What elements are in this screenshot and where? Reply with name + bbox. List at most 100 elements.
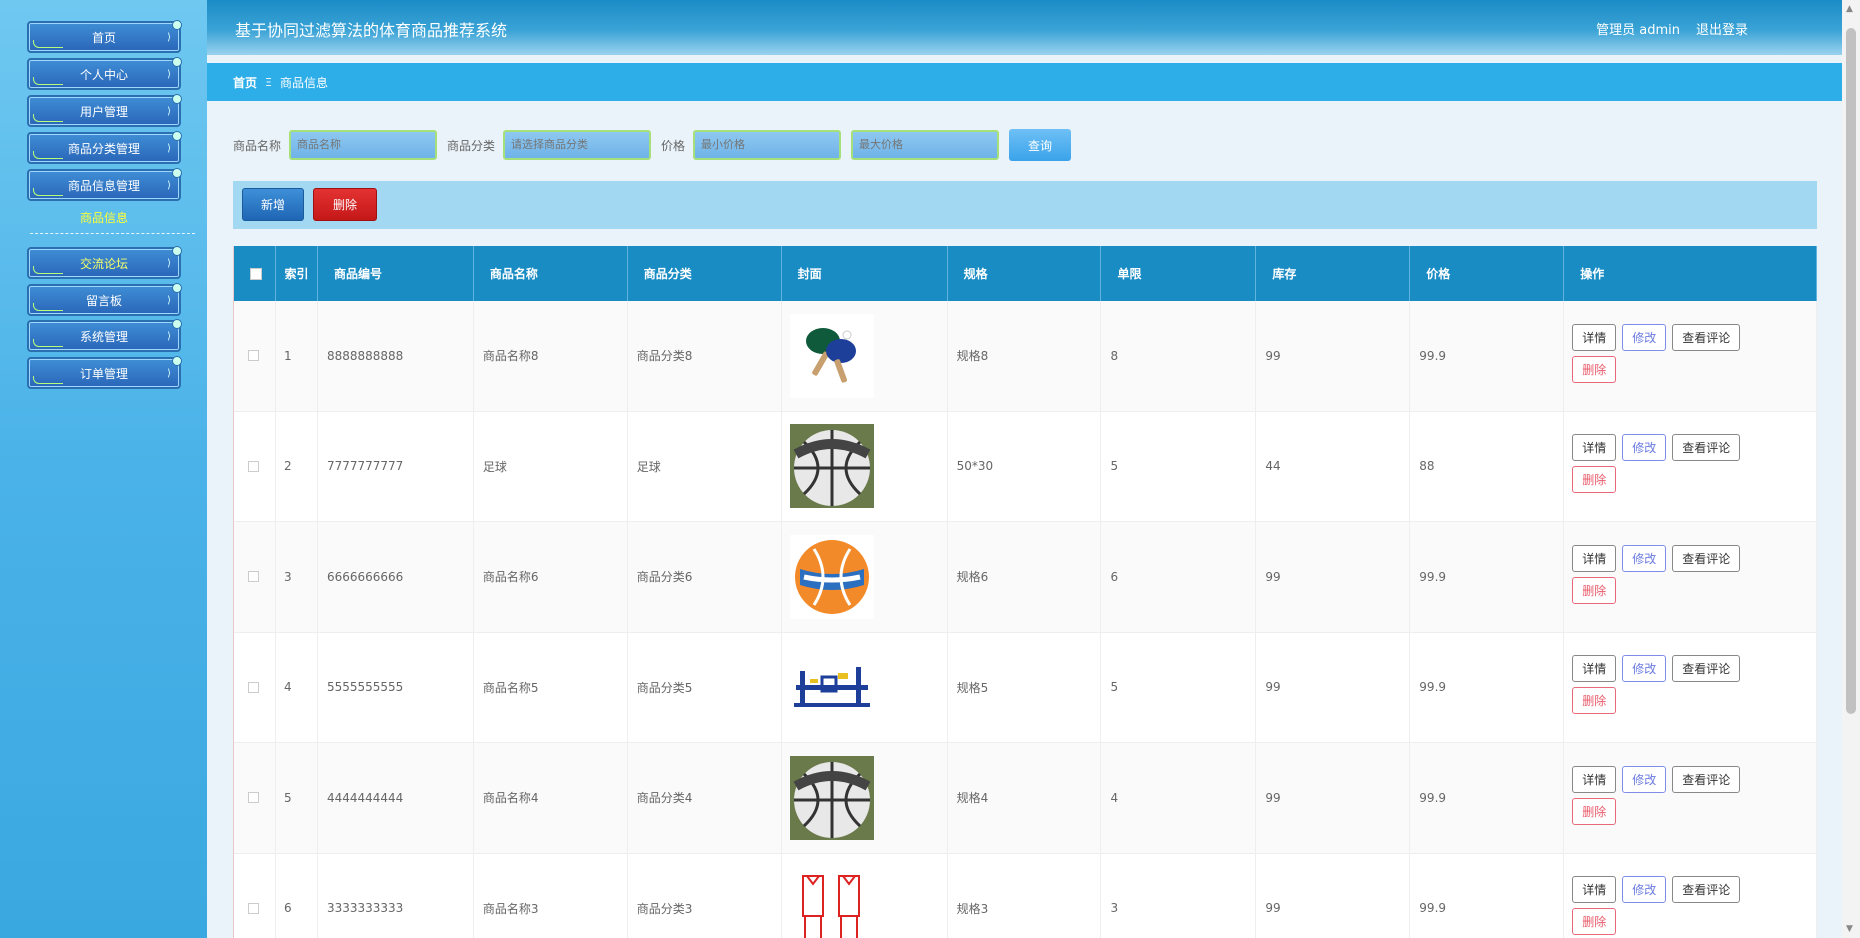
column-header: 操作 — [1564, 246, 1818, 301]
dot-icon — [172, 168, 182, 178]
column-header: 规格 — [948, 246, 1102, 301]
sidebar-item-users[interactable]: 用户管理 ⟩ — [27, 94, 182, 127]
cell-index: 6 — [276, 853, 318, 938]
checkbox-icon[interactable] — [248, 571, 259, 583]
reviews-button[interactable]: 查看评论 — [1672, 544, 1741, 572]
product-name-input[interactable] — [289, 130, 438, 160]
edit-button[interactable]: 修改 — [1622, 544, 1667, 572]
breadcrumb-home[interactable]: 首页 — [233, 74, 257, 91]
sidebar-item-forum[interactable]: 交流论坛 ⟩ — [27, 246, 182, 279]
checkbox-icon[interactable] — [248, 350, 259, 362]
row-select[interactable] — [234, 853, 276, 938]
row-select[interactable] — [234, 632, 276, 742]
cell-operations: 详情 修改 查看评论 删除 — [1564, 301, 1818, 411]
table-header: 索引 商品编号 商品名称 商品分类 封面 规格 单限 库存 价格 操作 — [234, 246, 1818, 301]
table-row: 4 5555555555 商品名称5 商品分类5 规格5 5 99 99.9 详… — [234, 632, 1818, 743]
detail-button[interactable]: 详情 — [1572, 655, 1617, 683]
detail-button[interactable]: 详情 — [1572, 876, 1617, 904]
sidebar-item-label: 商品信息管理 — [67, 178, 140, 193]
table-row: 2 7777777777 足球 足球 50*30 5 44 88 详情 修改 查看评… — [234, 411, 1818, 522]
price-min-input[interactable] — [693, 130, 842, 160]
price-max-input[interactable] — [851, 130, 1000, 160]
edit-button[interactable]: 修改 — [1622, 876, 1667, 904]
checkbox-icon[interactable] — [248, 460, 259, 472]
delete-button[interactable]: 删除 — [1572, 576, 1617, 604]
cell-spec: 规格5 — [948, 632, 1102, 742]
checkbox-icon[interactable] — [248, 902, 259, 914]
curl-ornament-icon — [33, 40, 63, 48]
reviews-button[interactable]: 查看评论 — [1672, 876, 1741, 904]
header-select-all[interactable] — [234, 246, 276, 301]
edit-button[interactable]: 修改 — [1622, 323, 1667, 351]
detail-button[interactable]: 详情 — [1572, 544, 1617, 572]
cell-name: 商品名称8 — [474, 301, 628, 411]
sidebar-item-system[interactable]: 系统管理 ⟩ — [27, 319, 182, 352]
dot-icon — [172, 131, 182, 141]
query-button[interactable]: 查询 — [1009, 129, 1072, 161]
curl-ornament-icon — [33, 77, 63, 85]
curl-ornament-icon — [33, 151, 63, 159]
cell-stock: 99 — [1256, 743, 1411, 853]
logout-link[interactable]: 退出登录 — [1696, 19, 1748, 38]
curl-ornament-icon — [33, 114, 63, 122]
cell-price: 88 — [1410, 411, 1565, 521]
row-select[interactable] — [234, 411, 276, 521]
cell-operations: 详情 修改 查看评论 删除 — [1564, 632, 1818, 742]
batch-delete-button[interactable]: 删除 — [313, 188, 377, 221]
action-bar: 新增 删除 — [233, 181, 1817, 229]
reviews-button[interactable]: 查看评论 — [1672, 323, 1741, 351]
cell-cover — [782, 743, 948, 853]
cell-limit: 8 — [1101, 301, 1257, 411]
delete-button[interactable]: 删除 — [1572, 687, 1617, 715]
chevron-icon: ⟩ — [167, 106, 171, 117]
cell-price: 99.9 — [1410, 301, 1565, 411]
app-title: 基于协同过滤算法的体育商品推荐系统 — [235, 21, 508, 40]
sidebar-item-category-mgmt[interactable]: 商品分类管理 ⟩ — [27, 131, 182, 164]
detail-button[interactable]: 详情 — [1572, 323, 1617, 351]
reviews-button[interactable]: 查看评论 — [1672, 765, 1741, 793]
edit-button[interactable]: 修改 — [1622, 434, 1667, 462]
sports-uniform-image — [789, 866, 874, 938]
sidebar-item-home[interactable]: 首页 ⟩ — [27, 20, 182, 53]
category-select[interactable] — [503, 130, 652, 160]
sidebar-item-label: 个人中心 — [79, 67, 128, 82]
delete-button[interactable]: 删除 — [1572, 797, 1617, 825]
delete-button[interactable]: 删除 — [1572, 908, 1617, 936]
scroll-down-icon[interactable]: ▼ — [1846, 924, 1853, 934]
sidebar-item-product-mgmt[interactable]: 商品信息管理 ⟩ — [27, 168, 182, 201]
edit-button[interactable]: 修改 — [1622, 765, 1667, 793]
sidebar-item-profile[interactable]: 个人中心 ⟩ — [27, 57, 182, 90]
row-select[interactable] — [234, 522, 276, 632]
sidebar-item-messages[interactable]: 留言板 ⟩ — [27, 283, 182, 316]
row-select[interactable] — [234, 743, 276, 853]
scrollbar-thumb[interactable] — [1846, 28, 1856, 714]
detail-button[interactable]: 详情 — [1572, 434, 1617, 462]
delete-button[interactable]: 删除 — [1572, 355, 1617, 383]
sidebar-item-label: 首页 — [91, 30, 116, 45]
cell-code: 8888888888 — [318, 301, 474, 411]
cell-category: 商品分类3 — [628, 853, 782, 938]
checkbox-icon[interactable] — [248, 792, 259, 804]
add-button[interactable]: 新增 — [242, 188, 304, 221]
reviews-button[interactable]: 查看评论 — [1672, 434, 1741, 462]
sidebar: 首页 ⟩ 个人中心 ⟩ 用户管理 ⟩ 商品分类管理 ⟩ 商品信息管理 ⟩ 商品信息 交流论… — [0, 0, 207, 938]
curl-ornament-icon — [33, 376, 63, 384]
detail-button[interactable]: 详情 — [1572, 765, 1617, 793]
cell-category: 商品分类4 — [628, 743, 782, 853]
column-header: 封面 — [782, 246, 948, 301]
sidebar-item-orders[interactable]: 订单管理 ⟩ — [27, 356, 182, 389]
reviews-button[interactable]: 查看评论 — [1672, 655, 1741, 683]
sidebar-item-label: 交流论坛 — [79, 256, 128, 271]
delete-button[interactable]: 删除 — [1572, 466, 1617, 494]
edit-button[interactable]: 修改 — [1622, 655, 1667, 683]
row-select[interactable] — [234, 301, 276, 411]
basketball-image — [789, 755, 874, 840]
column-header: 单限 — [1101, 246, 1257, 301]
sidebar-subitem-product-info[interactable]: 商品信息 — [27, 209, 181, 226]
search-bar: 商品名称 商品分类 价格 查询 — [233, 129, 1072, 161]
page-scrollbar[interactable]: ▲ ▼ — [1842, 0, 1860, 938]
scroll-up-icon[interactable]: ▲ — [1846, 4, 1853, 14]
category-label: 商品分类 — [447, 138, 496, 153]
checkbox-icon[interactable] — [248, 681, 259, 693]
checkbox-icon[interactable] — [250, 267, 262, 280]
